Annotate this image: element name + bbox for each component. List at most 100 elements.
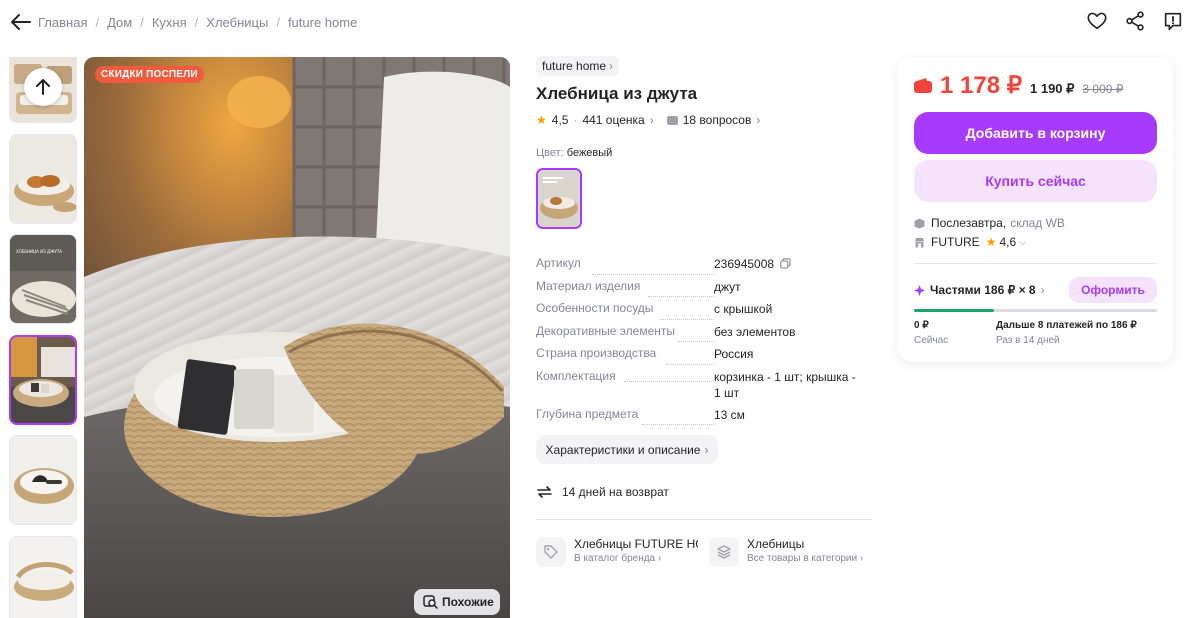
back-arrow-icon[interactable]	[10, 12, 32, 32]
heart-icon[interactable]	[1086, 10, 1108, 32]
similar-label: Похожие	[442, 595, 494, 609]
breadcrumb-item-brand[interactable]: future home	[288, 15, 357, 30]
similar-button[interactable]: Похожие	[414, 589, 500, 615]
spec-row-country: Страна производства Россия	[536, 346, 876, 369]
price-row: 1 178 ₽ 1 190 ₽ 3 000 ₽	[914, 71, 1123, 100]
spec-value: Россия	[714, 347, 754, 361]
breadcrumb-separator: /	[95, 15, 100, 30]
color-label-key: Цвет:	[536, 147, 564, 159]
thumbnail-4-selected[interactable]	[9, 335, 77, 425]
rating-row: ★ 4,5 · 441 оценка › 18 вопросов ›	[536, 113, 876, 127]
spec-key-text: Особенности посуды	[536, 301, 654, 315]
rating-value: 4,5	[551, 113, 569, 127]
installments-info[interactable]: Частями 186 ₽ × 8 ›	[914, 283, 1045, 297]
main-product-image[interactable]	[84, 57, 510, 618]
thumbnail-5[interactable]	[9, 435, 77, 525]
buy-now-button[interactable]: Купить сейчас	[914, 160, 1157, 202]
breadcrumb-item-breadboxes[interactable]: Хлебницы	[206, 15, 268, 30]
brand-catalog-text: Хлебницы FUTURE HOME В каталог бренда ›	[574, 537, 698, 567]
report-icon[interactable]	[1162, 10, 1184, 32]
breadcrumb-item-home[interactable]: Главная	[38, 15, 87, 30]
spec-value: 236945008	[714, 256, 864, 279]
wallet-icon	[914, 78, 932, 93]
price-with-wallet: 1 178 ₽	[940, 72, 1022, 99]
installments-icon	[914, 284, 925, 296]
spec-value: 13 см	[714, 408, 745, 422]
spec-row-article: Артикул 236945008	[536, 256, 876, 279]
brand-name: future home	[542, 59, 607, 73]
return-policy-label: 14 дней на возврат	[562, 485, 669, 499]
installment-later: Дальше 8 платежей по 186 ₽ Раз в 14 дней	[996, 320, 1137, 346]
ratings-count-link[interactable]: 441 оценка	[582, 113, 644, 127]
chevron-right-icon: ›	[649, 113, 654, 127]
box-icon	[914, 218, 925, 228]
chevron-right-icon: ›	[704, 442, 709, 457]
delivery-info: Послезавтра, склад WB	[914, 216, 1065, 230]
breadcrumb-separator: /	[276, 15, 280, 30]
category-link[interactable]: Хлебницы Все товары в категории ›	[709, 537, 863, 567]
thumbnail-6[interactable]	[9, 536, 77, 618]
order-installments-button[interactable]: Оформить	[1069, 277, 1157, 303]
return-arrows-icon	[537, 486, 552, 498]
breadcrumb-item-kitchen[interactable]: Кухня	[152, 15, 187, 30]
thumbnail-image	[10, 537, 76, 618]
delivery-source: склад WB	[1010, 216, 1065, 230]
thumbnail-caption: ХЛЕБНИЦА ИЗ ДЖУТА	[16, 249, 62, 254]
chevron-right-icon: ›	[1040, 283, 1045, 297]
buy-card: 1 178 ₽ 1 190 ₽ 3 000 ₽ Добавить в корзи…	[898, 57, 1173, 362]
spec-key: Материал изделия	[536, 279, 714, 301]
breadcrumb-separator: /	[194, 15, 199, 30]
characteristics-button[interactable]: Характеристики и описание ›	[536, 435, 718, 464]
sale-badge: СКИДКИ ПОСПЕЛИ	[95, 66, 204, 83]
breadcrumb: Главная / Дом / Кухня / Хлебницы / futur…	[38, 15, 357, 30]
add-to-cart-button[interactable]: Добавить в корзину	[914, 112, 1157, 154]
spec-value: с крышкой	[714, 302, 773, 316]
category-subtitle: Все товары в категории ›	[747, 553, 864, 564]
color-swatch-beige[interactable]	[536, 168, 582, 229]
top-bar: Главная / Дом / Кухня / Хлебницы / futur…	[0, 0, 1200, 44]
thumbnail-image	[11, 337, 75, 423]
spec-value: без элементов	[714, 325, 796, 339]
color-label: Цвет: бежевый	[536, 147, 876, 159]
brand-catalog-subtitle: В каталог бренда ›	[574, 553, 662, 564]
category-title: Хлебницы	[747, 537, 805, 551]
questions-icon	[666, 115, 678, 125]
brand-catalog-link[interactable]: Хлебницы FUTURE HOME В каталог бренда ›	[536, 537, 698, 567]
brand-link[interactable]: future home ›	[536, 56, 620, 76]
seller-rating: 4,6	[999, 235, 1017, 249]
color-value: бежевый	[566, 147, 613, 159]
spec-key: Страна производства	[536, 346, 714, 369]
thumbnail-image	[10, 135, 76, 223]
image-search-icon	[423, 595, 438, 609]
seller-info[interactable]: FUTURE ★ 4,6 ⌵	[914, 235, 1026, 249]
thumbnail-strip[interactable]: ХЛЕБНИЦА ИЗ ДЖУТА	[9, 57, 79, 618]
installment-now-label: Сейчас	[914, 335, 949, 346]
spec-key-text: Артикул	[536, 256, 581, 270]
top-actions	[1086, 10, 1184, 32]
delivery-day: Послезавтра,	[931, 216, 1007, 230]
return-policy[interactable]: 14 дней на возврат	[536, 484, 669, 500]
brand-catalog-title: Хлебницы FUTURE HOME	[574, 537, 698, 551]
questions-link[interactable]: 18 вопросов	[683, 113, 752, 127]
copy-icon[interactable]	[780, 258, 791, 269]
spec-row-material: Материал изделия джут	[536, 279, 876, 301]
spec-key-text: Декоративные элементы	[536, 324, 675, 338]
chevron-right-icon: ›	[609, 59, 614, 73]
spec-key-text: Материал изделия	[536, 279, 641, 293]
chevron-down-icon: ⌵	[1019, 236, 1026, 247]
thumbnail-3[interactable]: ХЛЕБНИЦА ИЗ ДЖУТА	[9, 234, 77, 324]
spec-key: Глубина предмета	[536, 407, 714, 429]
star-icon: ★	[985, 235, 997, 249]
product-photo	[84, 57, 510, 618]
share-icon[interactable]	[1124, 10, 1146, 32]
divider	[536, 519, 872, 520]
price-old: 3 000 ₽	[1082, 82, 1124, 96]
separator-dot: ·	[573, 113, 578, 127]
thumbnail-2[interactable]	[9, 134, 77, 224]
thumbnail-image: ХЛЕБНИЦА ИЗ ДЖУТА	[10, 235, 76, 323]
breadcrumb-separator: /	[140, 15, 144, 30]
breadcrumb-item-home-goods[interactable]: Дом	[107, 15, 132, 30]
spec-key-text: Глубина предмета	[536, 407, 639, 421]
installment-later-label: Раз в 14 дней	[996, 335, 1060, 346]
scroll-up-button[interactable]	[24, 68, 62, 106]
